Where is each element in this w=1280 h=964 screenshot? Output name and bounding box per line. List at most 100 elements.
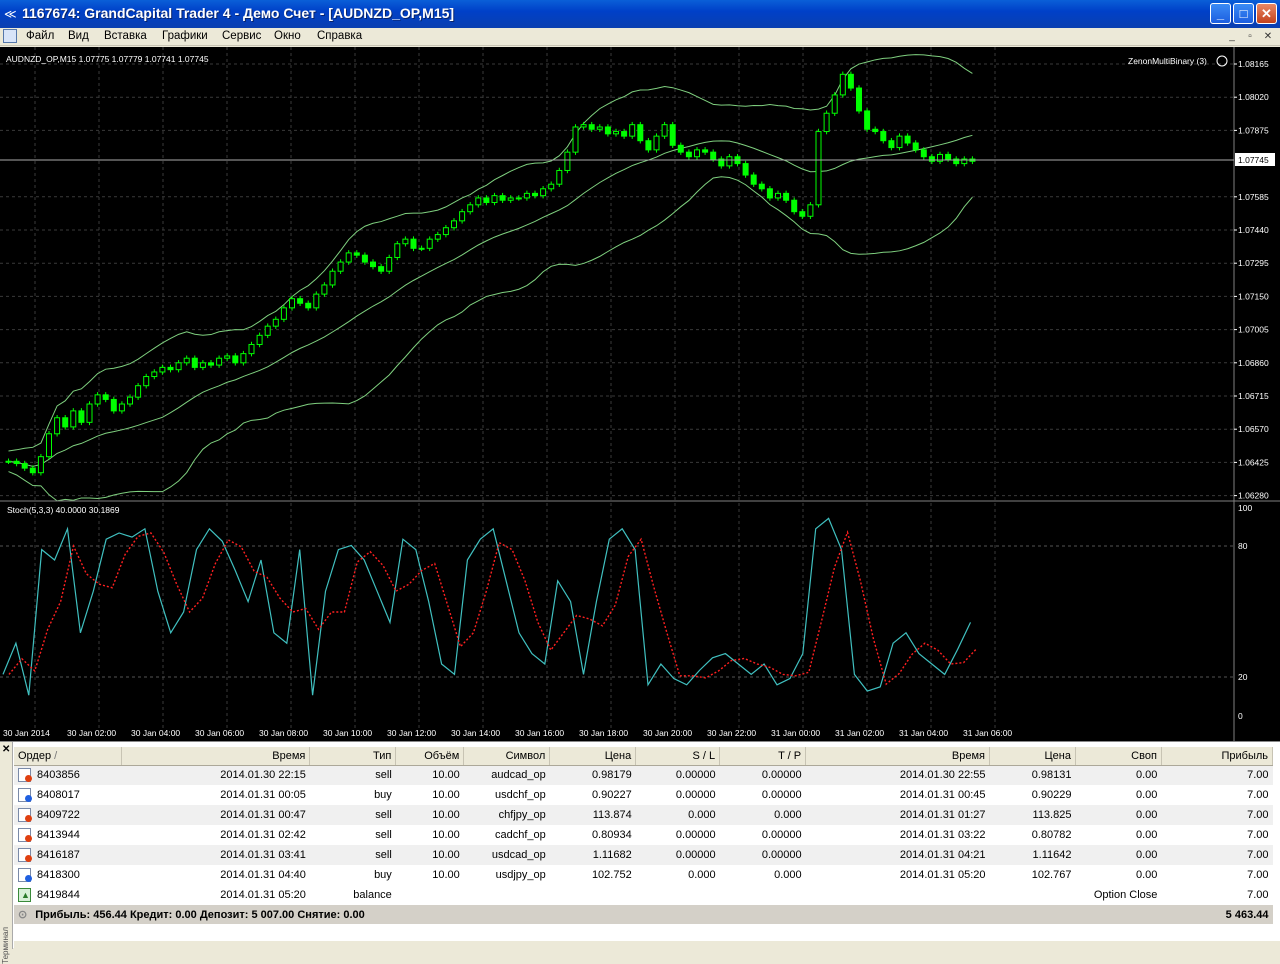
cell-price: 0.80934 [591,829,632,841]
candle-body [451,220,457,229]
table-row[interactable]: 8409722 2014.01.31 00:47 sell 10.00 chfjpy_o… [14,805,1273,825]
candle-body [127,396,133,405]
cell-open-time: 2014.01.31 00:05 [220,789,306,801]
candle-body [264,325,271,336]
cell-order: 8418300 [37,868,80,881]
cell-sl: 0.000 [635,805,720,825]
cell-close-time: 2014.01.31 03:22 [899,829,986,841]
terminal-panel: ✕ Терминал Ордер / Время Тип Объём Симво… [0,741,1280,964]
stoch-header: Stoch(5,3,3) 40.0000 30.1869 [7,505,120,515]
cell-tp: 0.00000 [761,829,802,841]
price-chart[interactable]: AUDNZD_OP,M15 1.07775 1.07779 1.07741 1.… [0,47,1280,741]
candle-body [847,73,854,89]
candle-body [361,254,368,263]
balance-icon: ▲ [18,888,31,902]
candle-body [94,394,101,405]
candle-body [580,124,587,128]
table-row[interactable]: 8416187 2014.01.31 03:41 sell 10.00 usdcad_o… [14,845,1273,865]
cell-volume: 10.00 [395,845,464,865]
candle-body [321,284,328,295]
menu-insert[interactable]: Вставка [104,30,147,42]
price-label: 1.07295 [1238,258,1269,268]
col-order[interactable]: Ордер / [14,747,123,766]
menu-charts[interactable]: Графики [162,30,208,42]
candle-body [297,298,304,304]
cell-symbol: usdchf_op [494,789,546,801]
cell-symbol: chfjpy_op [463,805,550,825]
maximize-button[interactable]: □ [1233,3,1254,24]
candle-body [143,376,150,387]
time-label: 30 Jan 16:00 [515,728,564,738]
chart-window-icon[interactable] [3,29,17,43]
mdi-restore-icon[interactable]: ▫ [1243,30,1257,43]
time-label: 31 Jan 04:00 [899,728,948,738]
buy-order-icon [18,788,32,802]
time-label: 30 Jan 18:00 [579,728,628,738]
menu-window[interactable]: Окно [274,30,301,42]
mdi-minimize-icon[interactable]: _ [1225,30,1239,43]
summary-row: ⊙ Прибыль: 456.44 Кредит: 0.00 Депозит: 5… [14,905,1273,924]
candle-body [21,463,28,469]
balance-order: 8419844 [37,888,80,901]
minimize-button[interactable]: _ [1210,3,1231,24]
stoch-main-line [2,517,972,696]
candle-body [378,266,385,272]
col-swap[interactable]: Своп [1075,747,1162,766]
cell-sl: 0.00000 [675,829,716,841]
table-row[interactable]: 8403856 2014.01.30 22:15 sell 10.00 audcad_o… [14,765,1273,785]
cell-type: sell [309,845,396,865]
menu-help[interactable]: Справка [317,30,362,42]
price-label: 1.07005 [1238,325,1269,335]
cell-sl: 0.000 [688,869,716,881]
cell-profit: 7.00 [1247,829,1269,841]
band-line [8,134,973,467]
cell-profit: 7.00 [1161,805,1273,825]
col-tp[interactable]: T / P [719,747,807,766]
cell-symbol: cadchf_op [494,829,546,841]
app-icon: ≪ [4,7,17,21]
col-close-price[interactable]: Цена [989,747,1076,766]
close-button[interactable]: ✕ [1256,3,1277,24]
table-row[interactable]: 8418300 2014.01.31 04:40 buy 10.00 usdjpy_op… [14,865,1273,885]
menu-view[interactable]: Вид [68,30,89,42]
menu-tools[interactable]: Сервис [222,30,261,42]
cell-close-price: 0.90229 [1031,789,1072,801]
close-terminal-icon[interactable]: ✕ [2,744,10,755]
candle-body [499,195,506,201]
mdi-close-icon[interactable]: ✕ [1261,30,1275,43]
col-profit[interactable]: Прибыль [1161,747,1274,766]
candle-body [783,192,790,201]
candle-body [669,124,676,146]
stoch-level-label: 0 [1238,711,1243,721]
candle-body [159,366,166,373]
col-close-time[interactable]: Время [805,747,991,766]
chart-window[interactable]: AUDNZD_OP,M15 1.07775 1.07779 1.07741 1.… [0,47,1280,741]
cell-close-price: 0.98131 [989,765,1076,785]
candle-body [621,131,628,137]
candle-body [685,151,692,158]
candle-body [588,124,595,130]
cell-close-time: 2014.01.31 01:27 [805,805,990,825]
cell-sl: 0.00000 [635,845,720,865]
col-sl[interactable]: S / L [635,747,721,766]
table-row[interactable]: 8408017 2014.01.31 00:05 buy 10.00 usdchf_op… [14,785,1273,805]
balance-row[interactable]: ▲ 8419844 2014.01.31 05:20 balance Option… [14,885,1273,905]
cell-profit: 7.00 [1161,765,1273,785]
cell-swap: 0.00 [1136,869,1158,881]
cell-symbol: usdjpy_op [495,869,546,881]
col-open-time[interactable]: Время [121,747,311,766]
col-symbol[interactable]: Символ [463,747,551,766]
time-label: 30 Jan 2014 [3,728,50,738]
orders-table: Ордер / Время Тип Объём Символ Цена S / … [14,747,1274,924]
col-volume[interactable]: Объём [395,747,465,766]
price-label: 1.06425 [1238,457,1269,467]
col-price[interactable]: Цена [549,747,637,766]
cell-swap: 0.00 [1136,829,1158,841]
col-type[interactable]: Тип [309,747,397,766]
menu-file[interactable]: Файл [26,30,54,42]
cell-price: 0.90227 [591,789,632,801]
candle-body [418,247,425,250]
candle-body [920,149,927,158]
candle-body [758,183,765,190]
table-row[interactable]: 8413944 2014.01.31 02:42 sell 10.00 cadchf_o… [14,825,1273,845]
